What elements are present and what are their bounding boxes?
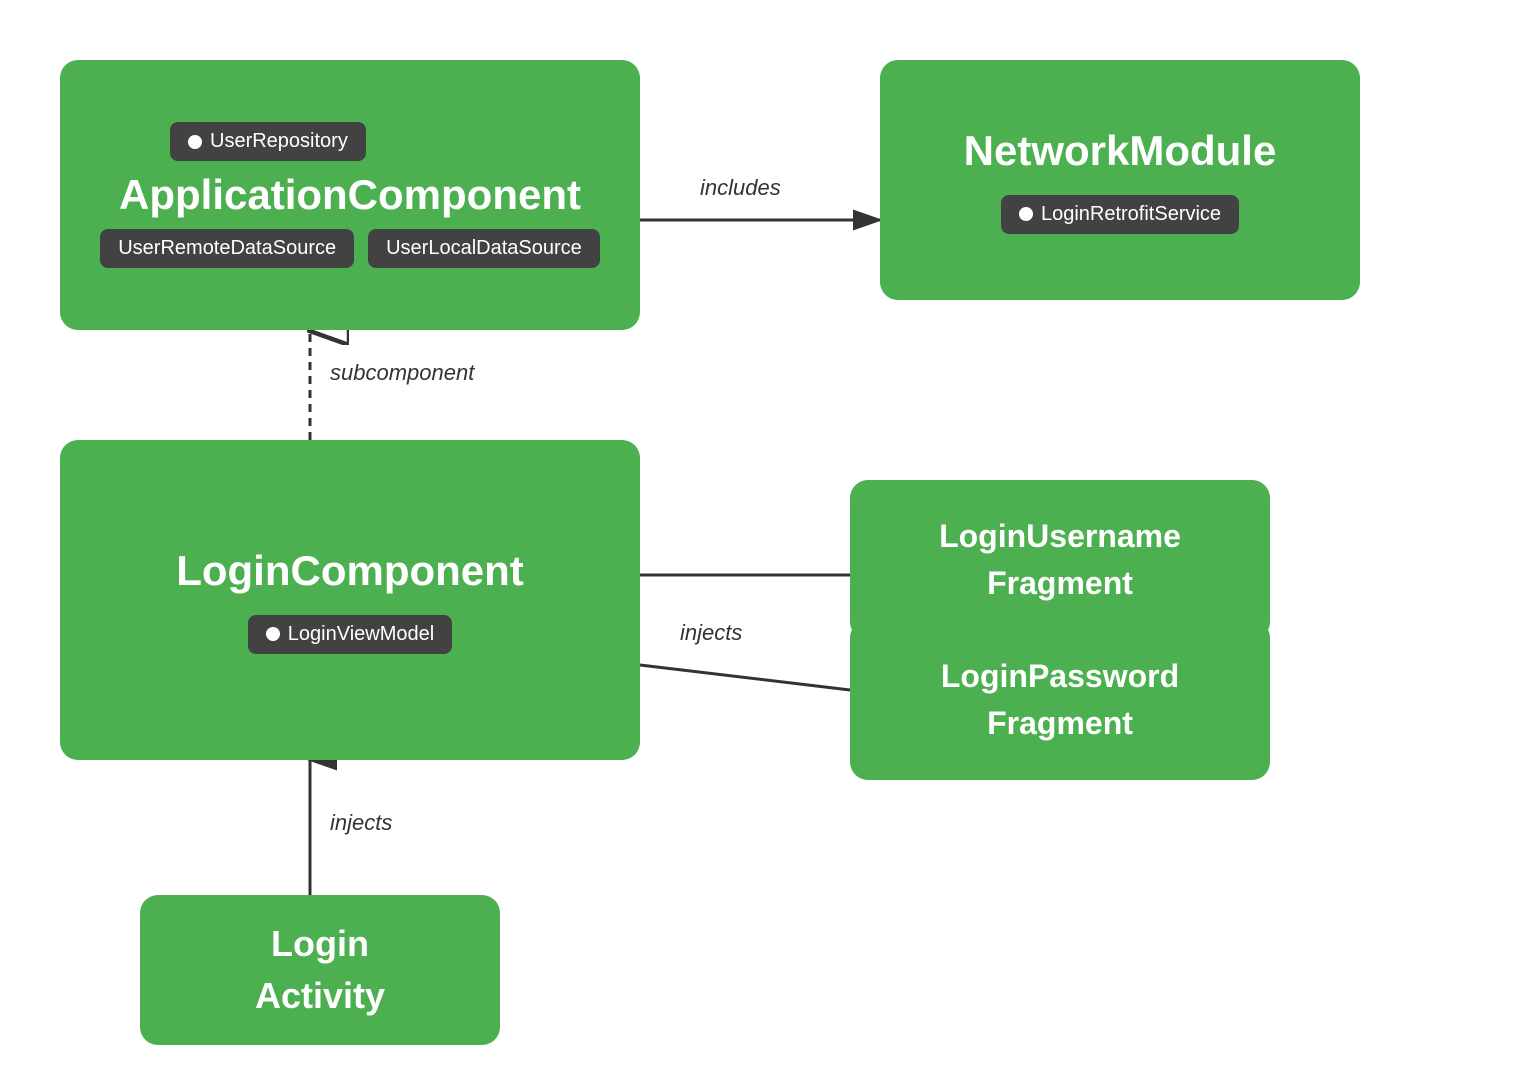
application-component-label: ApplicationComponent bbox=[119, 171, 581, 219]
login-username-fragment-box: LoginUsername Fragment bbox=[850, 480, 1270, 640]
network-module-label: NetworkModule bbox=[964, 127, 1277, 175]
login-retrofit-dot bbox=[1019, 207, 1033, 221]
application-component-badges: UserRemoteDataSource UserLocalDataSource bbox=[100, 229, 600, 268]
login-component-label: LoginComponent bbox=[176, 547, 524, 595]
login-activity-box: Login Activity bbox=[140, 895, 500, 1045]
injects-bottom-label: injects bbox=[330, 810, 392, 836]
user-local-datasource-badge: UserLocalDataSource bbox=[368, 229, 600, 268]
login-retrofit-service-badge: LoginRetrofitService bbox=[1001, 195, 1239, 234]
injects-label: injects bbox=[680, 620, 742, 646]
subcomponent-label: subcomponent bbox=[330, 360, 474, 386]
user-repository-dot bbox=[188, 135, 202, 149]
login-component-box: LoginComponent LoginViewModel bbox=[60, 440, 640, 760]
diagram-container: UserRepository ApplicationComponent User… bbox=[0, 0, 1535, 1068]
login-viewmodel-badge: LoginViewModel bbox=[248, 615, 452, 654]
login-password-fragment-box: LoginPassword Fragment bbox=[850, 620, 1270, 780]
user-remote-datasource-badge: UserRemoteDataSource bbox=[100, 229, 354, 268]
network-module-box: NetworkModule LoginRetrofitService bbox=[880, 60, 1360, 300]
injects-arrow-password bbox=[640, 665, 850, 690]
includes-label: includes bbox=[700, 175, 781, 201]
login-viewmodel-dot bbox=[266, 627, 280, 641]
application-component-box: UserRepository ApplicationComponent User… bbox=[60, 60, 640, 330]
user-repository-badge: UserRepository bbox=[170, 122, 366, 161]
